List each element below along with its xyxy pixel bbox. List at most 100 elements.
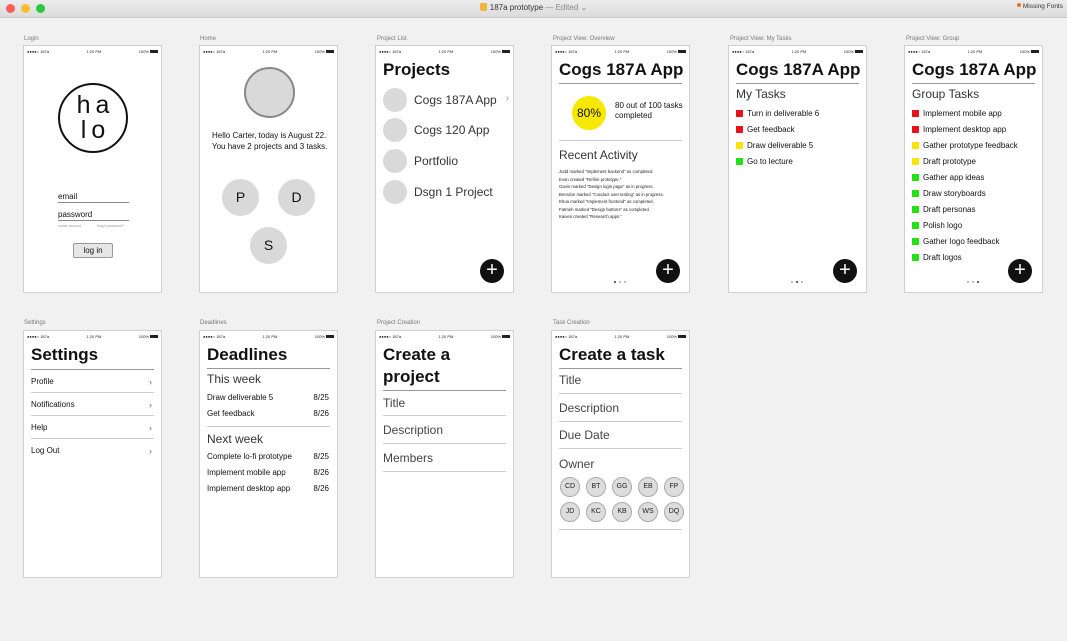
owner-chip[interactable]: BT: [586, 477, 606, 497]
edited-indicator[interactable]: — Edited: [545, 3, 578, 12]
project-description-field[interactable]: Description: [383, 423, 443, 437]
artboard-label-project-list: Project List: [377, 36, 407, 42]
task-item[interactable]: Implement desktop app: [912, 125, 1006, 134]
project-list-item[interactable]: Portfolio: [383, 149, 509, 173]
project-list-item[interactable]: Dsgn 1 Project: [383, 180, 509, 204]
task-item[interactable]: Draft prototype: [912, 157, 976, 166]
owner-chip[interactable]: KC: [586, 502, 606, 522]
deadline-item[interactable]: Draw deliverable 5 8/25: [207, 393, 329, 402]
add-task-button[interactable]: +: [656, 259, 680, 283]
create-account-link[interactable]: create account: [58, 224, 81, 228]
owner-chip[interactable]: DQ: [664, 502, 684, 522]
owner-chip[interactable]: KB: [612, 502, 632, 522]
deadline-item[interactable]: Implement mobile app 8/26: [207, 468, 329, 477]
task-item[interactable]: Gather app ideas: [912, 173, 984, 182]
task-item[interactable]: Get feedback: [736, 125, 795, 134]
settings-item-notifications[interactable]: Notifications ›: [31, 400, 154, 410]
chevron-right-icon: ›: [149, 446, 152, 456]
carrier: ●●●●○ 187a: [379, 334, 402, 339]
status-bar: ●●●●○ 187a 1:20 PM 100%: [732, 49, 863, 54]
task-item[interactable]: Gather prototype feedback: [912, 141, 1018, 150]
forgot-password-link[interactable]: forgot password?: [97, 224, 124, 228]
artboard-group[interactable]: ●●●●○ 187a 1:20 PM 100% Cogs 187A App Grou…: [904, 45, 1043, 293]
project-circle-s[interactable]: S: [250, 227, 287, 264]
page-indicator[interactable]: [614, 281, 626, 283]
add-task-button[interactable]: +: [833, 259, 857, 283]
owner-chip[interactable]: EB: [638, 477, 658, 497]
this-week-heading: This week: [207, 372, 262, 386]
chevron-right-icon: ›: [505, 93, 509, 104]
greeting-text: Hello Carter, today is August 22. You ha…: [212, 131, 328, 151]
battery-percent: 100%: [490, 49, 501, 54]
project-list-item[interactable]: Cogs 187A App ›: [383, 88, 509, 112]
login-button[interactable]: log in: [73, 243, 113, 258]
artboard-login[interactable]: ●●●●○ 187a 1:20 PM 100% ha lo email passwo…: [23, 45, 162, 293]
add-project-button[interactable]: +: [480, 259, 504, 283]
add-task-button[interactable]: +: [1008, 259, 1032, 283]
title-divider: [559, 83, 682, 84]
status-red-icon: [736, 126, 743, 133]
chevron-down-icon[interactable]: ⌄: [581, 3, 588, 12]
artboard-home[interactable]: ●●●●○ 187a 1:20 PM 100% Hello Carter, toda…: [199, 45, 338, 293]
task-due-date-field[interactable]: Due Date: [559, 428, 610, 442]
task-item[interactable]: Draft logos: [912, 253, 962, 262]
email-field[interactable]: email: [58, 192, 129, 203]
deadline-item[interactable]: Complete lo-fi prototype 8/25: [207, 452, 329, 461]
owner-chip[interactable]: CD: [560, 477, 580, 497]
title-divider: [207, 368, 330, 369]
task-item[interactable]: Go to lecture: [736, 157, 793, 166]
owner-chip[interactable]: JD: [560, 502, 580, 522]
task-item[interactable]: Implement mobile app: [912, 109, 1002, 118]
page-indicator[interactable]: [791, 281, 803, 283]
window-title-bar: 187a prototype — Edited ⌄ Missing Fonts: [0, 0, 1067, 18]
owner-chip[interactable]: FP: [664, 477, 684, 497]
owner-label: Owner: [559, 457, 595, 471]
clock: 1:20 PM: [614, 49, 630, 54]
task-title-field[interactable]: Title: [559, 373, 581, 387]
project-name: Cogs 120 App: [414, 123, 490, 137]
project-title-field[interactable]: Title: [383, 396, 405, 410]
field-divider: [383, 415, 506, 416]
task-description-field[interactable]: Description: [559, 401, 619, 415]
project-members-field[interactable]: Members: [383, 451, 433, 465]
page-dot: [791, 281, 793, 283]
artboard-my-tasks[interactable]: ●●●●○ 187a 1:20 PM 100% Cogs 187A App My T…: [728, 45, 867, 293]
activity-item: Brendon marked "Conduct user testing" as…: [559, 191, 664, 197]
deadline-item[interactable]: Implement desktop app 8/26: [207, 484, 329, 493]
task-item[interactable]: Draw storyboards: [912, 189, 986, 198]
artboard-label-my-tasks: Project View: My Tasks: [730, 36, 792, 42]
owner-chip[interactable]: WS: [638, 502, 658, 522]
artboard-deadlines[interactable]: ●●●●○ 187a 1:20 PM 100% Deadlines This wee…: [199, 330, 338, 578]
missing-fonts-warning[interactable]: Missing Fonts: [1016, 3, 1063, 10]
project-list-item[interactable]: Cogs 120 App: [383, 118, 509, 142]
page-dot: [967, 281, 969, 283]
task-item[interactable]: Gather logo feedback: [912, 237, 1000, 246]
clock: 1:20 PM: [614, 334, 630, 339]
deadline-date: 8/26: [313, 468, 329, 477]
settings-item-log-out[interactable]: Log Out ›: [31, 446, 154, 456]
settings-item-profile[interactable]: Profile ›: [31, 377, 154, 387]
task-item[interactable]: Draft personas: [912, 205, 975, 214]
settings-item-help[interactable]: Help ›: [31, 423, 154, 433]
artboard-task-creation[interactable]: ●●●●○ 187a 1:20 PM 100% Create a task Titl…: [551, 330, 690, 578]
task-name: Turn in deliverable 6: [747, 109, 820, 118]
owner-chip[interactable]: GG: [612, 477, 632, 497]
password-field[interactable]: password: [58, 210, 129, 221]
avatar[interactable]: [244, 67, 295, 118]
field-divider: [559, 529, 682, 530]
task-item[interactable]: Polish logo: [912, 221, 962, 230]
artboard-settings[interactable]: ●●●●○ 187a 1:20 PM 100% Settings Profile › …: [23, 330, 162, 578]
project-circle-d[interactable]: D: [278, 179, 315, 216]
artboard-project-list[interactable]: ●●●●○ 187a 1:20 PM 100% Projects Cogs 187A…: [375, 45, 514, 293]
deadline-item[interactable]: Get feedback 8/26: [207, 409, 329, 418]
task-name: Draft personas: [923, 205, 976, 214]
section-divider: [207, 426, 330, 427]
artboard-overview[interactable]: ●●●●○ 187a 1:20 PM 100% Cogs 187A App 80% …: [551, 45, 690, 293]
status-bar: ●●●●○ 187a 1:20 PM 100%: [27, 334, 158, 339]
status-green-icon: [912, 206, 919, 213]
task-item[interactable]: Draw deliverable 5: [736, 141, 813, 150]
task-item[interactable]: Turn in deliverable 6: [736, 109, 819, 118]
page-indicator[interactable]: [967, 281, 979, 283]
project-circle-p[interactable]: P: [222, 179, 259, 216]
artboard-project-creation[interactable]: ●●●●○ 187a 1:20 PM 100% Create a project T…: [375, 330, 514, 578]
